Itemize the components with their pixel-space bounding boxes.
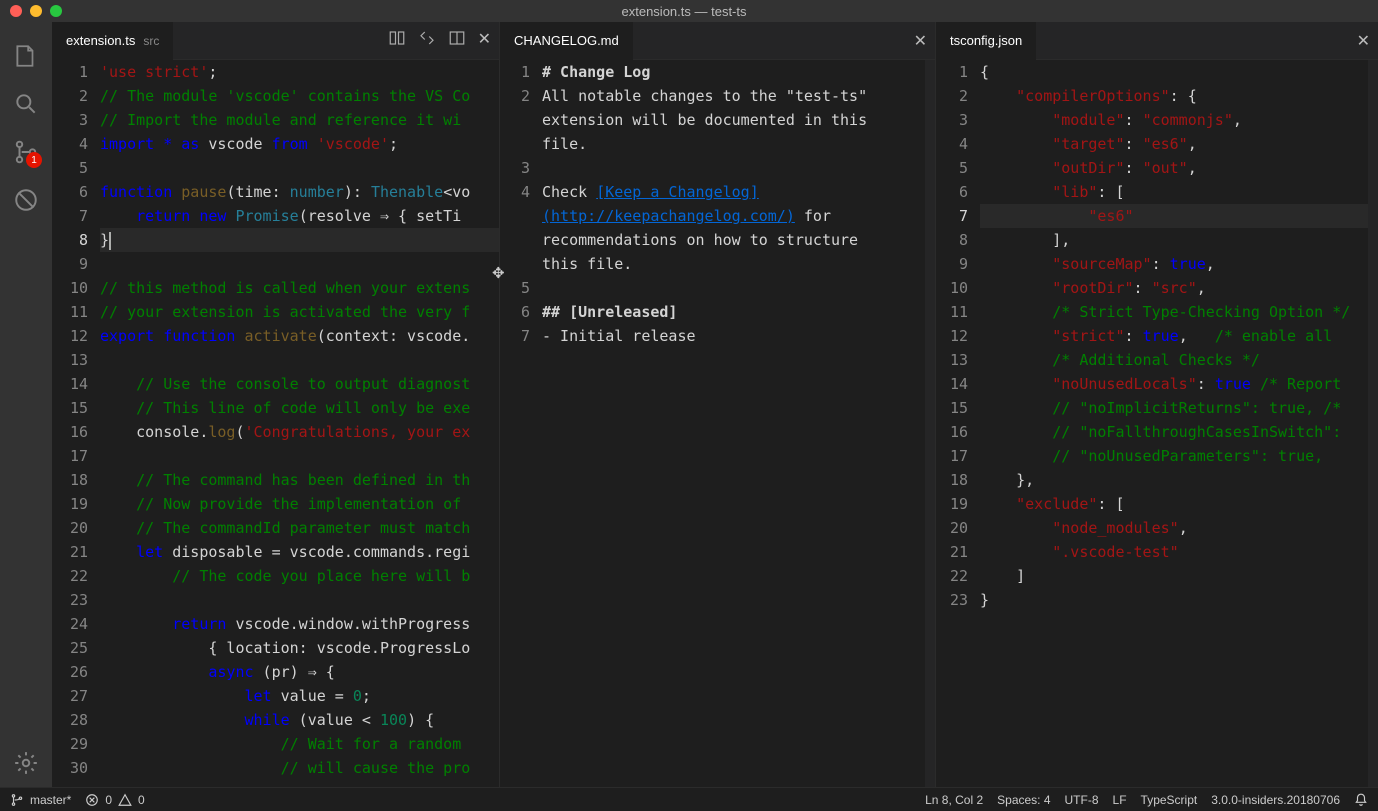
close-tab-icon[interactable]: ✕: [1357, 31, 1370, 51]
editor-group-1: extension.ts src ✕ 123456789101112131415…: [52, 22, 500, 787]
minimap-3[interactable]: [1368, 60, 1378, 787]
tab-desc: src: [143, 34, 159, 48]
close-tab-icon[interactable]: ✕: [478, 29, 491, 52]
window-title: extension.ts — test-ts: [62, 4, 1306, 19]
minimize-window-icon[interactable]: [30, 5, 42, 17]
status-encoding[interactable]: UTF-8: [1065, 793, 1099, 807]
editor-group-3: tsconfig.json ✕ 123456789101112131415161…: [936, 22, 1378, 787]
tab-label: extension.ts: [66, 33, 135, 48]
editor-3[interactable]: 1234567891011121314151617181920212223 { …: [936, 60, 1378, 787]
titlebar: extension.ts — test-ts: [0, 0, 1378, 22]
settings-icon[interactable]: [2, 739, 50, 787]
minimap-2[interactable]: [925, 60, 935, 787]
notifications-icon[interactable]: [1354, 793, 1368, 807]
search-icon[interactable]: [2, 80, 50, 128]
statusbar: master* 0 0 Ln 8, Col 2 Spaces: 4 UTF-8 …: [0, 787, 1378, 811]
close-window-icon[interactable]: [10, 5, 22, 17]
tab-tsconfig-json[interactable]: tsconfig.json: [936, 22, 1036, 60]
gutter-1: 1234567891011121314151617181920212223242…: [52, 60, 100, 787]
gutter-2: 1234567: [500, 60, 542, 787]
status-lang[interactable]: TypeScript: [1141, 793, 1198, 807]
maximize-window-icon[interactable]: [50, 5, 62, 17]
code-1[interactable]: 'use strict';// The module 'vscode' cont…: [100, 60, 499, 787]
source-control-icon[interactable]: 1: [2, 128, 50, 176]
open-changes-icon[interactable]: [388, 29, 406, 52]
scm-badge: 1: [26, 152, 42, 168]
tab-changelog-md[interactable]: CHANGELOG.md: [500, 22, 633, 60]
status-spaces[interactable]: Spaces: 4: [997, 793, 1050, 807]
close-tab-icon[interactable]: ✕: [914, 31, 927, 51]
splitter-icon[interactable]: ✥: [492, 264, 506, 278]
editor-group-2: CHANGELOG.md ✕ 1234567 # Change LogAll n…: [500, 22, 936, 787]
status-cursor[interactable]: Ln 8, Col 2: [925, 793, 983, 807]
split-editor-icon[interactable]: [448, 29, 466, 52]
editor-2[interactable]: 1234567 # Change LogAll notable changes …: [500, 60, 935, 787]
code-3[interactable]: { "compilerOptions": { "module": "common…: [980, 60, 1368, 787]
editor-area: extension.ts src ✕ 123456789101112131415…: [52, 22, 1378, 787]
compare-icon[interactable]: [418, 29, 436, 52]
activity-bar: 1: [0, 22, 52, 787]
status-eol[interactable]: LF: [1113, 793, 1127, 807]
editor-1[interactable]: 1234567891011121314151617181920212223242…: [52, 60, 499, 787]
tab-extension-ts[interactable]: extension.ts src: [52, 22, 173, 60]
debug-icon[interactable]: [2, 176, 50, 224]
code-2[interactable]: # Change LogAll notable changes to the "…: [542, 60, 925, 787]
status-problems[interactable]: 0 0: [85, 793, 144, 807]
status-version[interactable]: 3.0.0-insiders.20180706: [1211, 793, 1340, 807]
status-branch[interactable]: master*: [10, 793, 71, 807]
tab-label: tsconfig.json: [950, 33, 1022, 48]
tab-label: CHANGELOG.md: [514, 33, 619, 48]
explorer-icon[interactable]: [2, 32, 50, 80]
gutter-3: 1234567891011121314151617181920212223: [936, 60, 980, 787]
